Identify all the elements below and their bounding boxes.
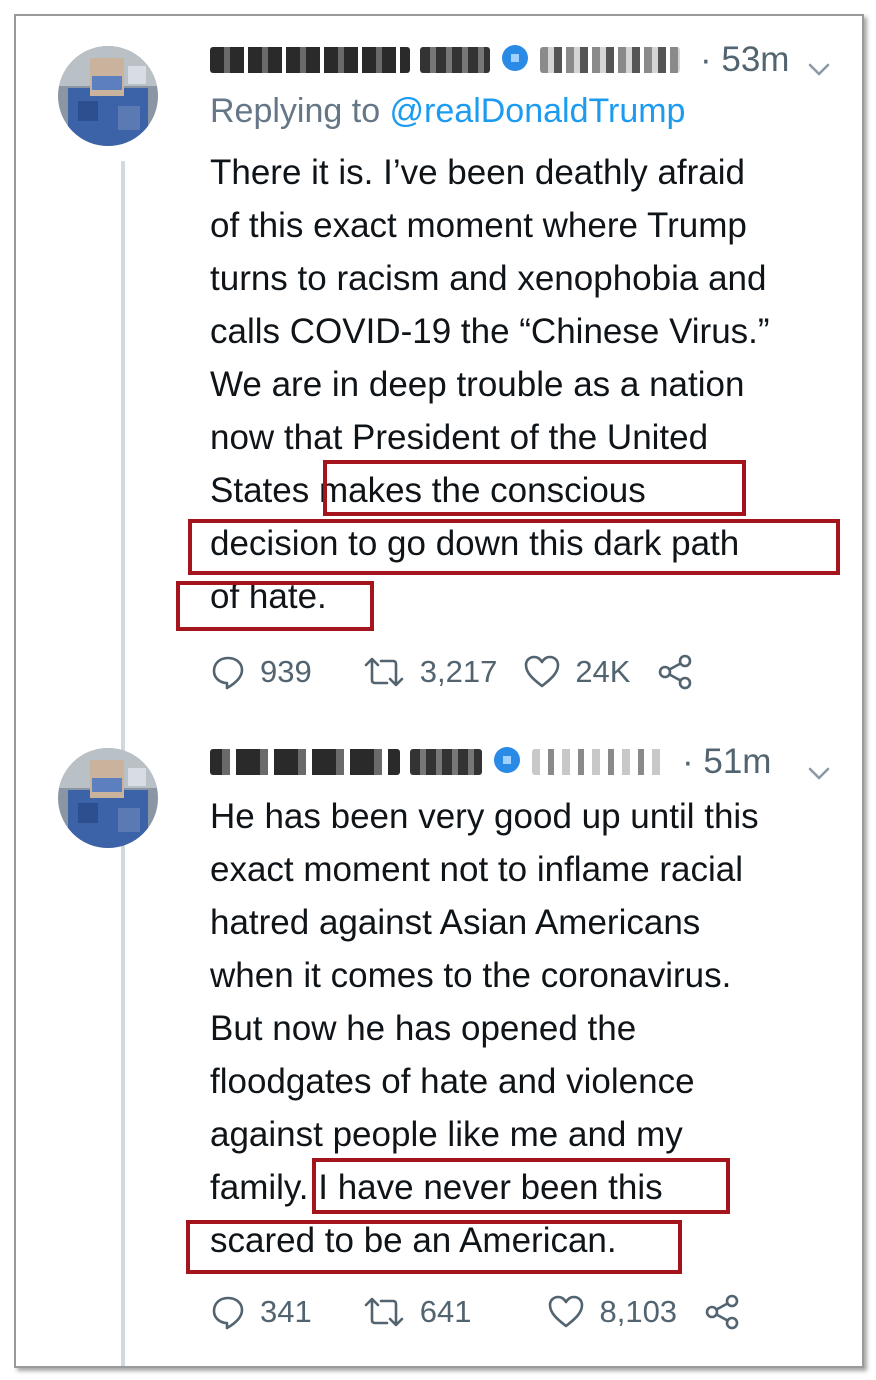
redacted-handle xyxy=(540,47,680,73)
tweet-text-line: hatred against Asian Americans xyxy=(210,903,701,942)
redacted-display-name xyxy=(210,47,410,73)
redacted-handle xyxy=(532,749,662,775)
retweet-button[interactable]: 3,217 xyxy=(362,654,498,690)
verified-badge-icon xyxy=(492,745,522,780)
replying-to: Replying to @realDonaldTrump xyxy=(210,92,685,131)
retweet-icon xyxy=(364,657,404,687)
tweet-timestamp[interactable]: · 53m xyxy=(700,40,789,80)
like-button[interactable]: 24K xyxy=(523,654,630,690)
reply-count: 939 xyxy=(260,654,312,689)
tweet-actions: 341 641 8,103 xyxy=(210,1292,781,1332)
like-icon xyxy=(549,1295,584,1328)
tweet-text-line: of this exact moment where Trump xyxy=(210,206,747,245)
avatar[interactable] xyxy=(58,748,158,848)
tweet-text-line: turns to racism and xenophobia and xyxy=(210,259,767,298)
retweet-button[interactable]: 641 xyxy=(362,1294,472,1330)
reply-icon xyxy=(212,1296,244,1330)
tweet-text-line: There it is. I’ve been deathly afraid xyxy=(210,153,746,192)
replying-to-handle[interactable]: @realDonaldTrump xyxy=(390,92,686,130)
tweet-text-line: exact moment not to inflame racial xyxy=(210,850,744,889)
tweet-header: · 53m xyxy=(210,38,789,82)
tweet-text-line: calls COVID-19 the “Chinese Virus.” xyxy=(210,312,770,351)
highlight-box xyxy=(176,581,374,631)
tweet-text-line: now that President of the United xyxy=(210,418,709,457)
tweet-text-line: But now he has opened the xyxy=(210,1009,637,1048)
tweet-text-line: He has been very good up until this xyxy=(210,797,759,836)
redacted-credentials xyxy=(410,749,482,775)
chevron-down-icon[interactable] xyxy=(806,760,832,786)
chevron-down-icon[interactable] xyxy=(806,56,832,82)
reply-button[interactable]: 939 xyxy=(210,654,312,690)
reply-count: 341 xyxy=(260,1294,312,1329)
reply-icon xyxy=(212,656,244,690)
highlight-box xyxy=(312,1158,730,1214)
retweet-count: 641 xyxy=(419,1294,472,1329)
highlight-box xyxy=(186,1220,682,1274)
reply-button[interactable]: 341 xyxy=(210,1294,312,1330)
redacted-display-name xyxy=(210,749,400,775)
highlight-box xyxy=(323,460,746,516)
tweet-text-line: when it comes to the coronavirus. xyxy=(210,956,732,995)
avatar[interactable] xyxy=(58,46,158,146)
tweet-header: · 51m xyxy=(210,740,771,784)
retweet-count: 3,217 xyxy=(419,654,498,689)
redacted-credentials xyxy=(420,47,490,73)
tweet-2[interactable]: · 51m He has been very good up until thi… xyxy=(16,716,862,1366)
like-button[interactable]: 8,103 xyxy=(547,1294,677,1330)
tweet-actions: 939 3,217 24K xyxy=(210,652,734,692)
tweet-1[interactable]: · 53m Replying to @realDonaldTrump There… xyxy=(16,16,862,716)
verified-badge-icon xyxy=(500,43,530,78)
highlight-box xyxy=(188,519,840,575)
share-icon xyxy=(659,654,692,690)
share-button[interactable] xyxy=(656,653,708,691)
tweet-timestamp[interactable]: · 51m xyxy=(682,742,771,782)
tweet-text-line: floodgates of hate and violence xyxy=(210,1062,695,1101)
tweet-text-line: against people like me and my xyxy=(210,1115,683,1154)
like-icon xyxy=(525,655,560,688)
share-button[interactable] xyxy=(703,1293,755,1331)
share-icon xyxy=(705,1294,739,1330)
screenshot-frame: · 53m Replying to @realDonaldTrump There… xyxy=(14,14,864,1368)
like-count: 24K xyxy=(575,654,631,689)
tweet-text-line: We are in deep trouble as a nation xyxy=(210,365,745,404)
like-count: 8,103 xyxy=(599,1294,678,1329)
replying-to-label: Replying to xyxy=(210,92,390,130)
retweet-icon xyxy=(364,1297,404,1327)
